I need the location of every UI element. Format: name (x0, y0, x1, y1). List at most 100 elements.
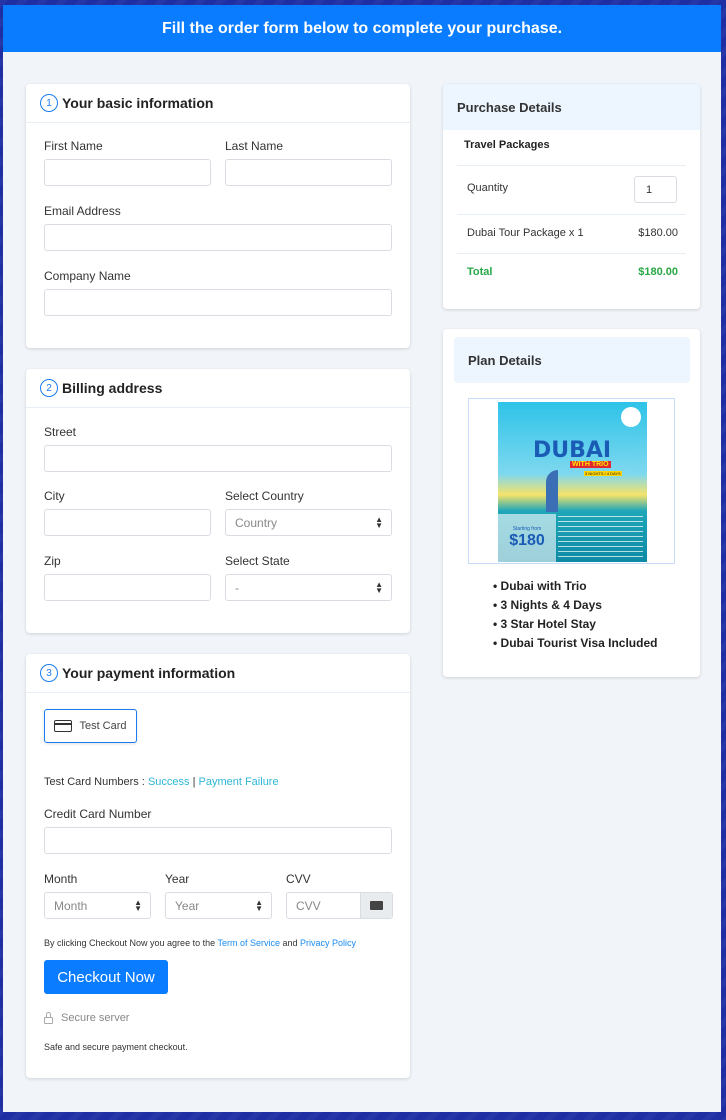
poster-tagline: WITH TRIO (570, 461, 611, 468)
poster-price-box: Starting from $180 (498, 514, 556, 562)
step-number: 3 (40, 664, 58, 682)
poster-logo-icon (621, 407, 641, 427)
feature-item: 3 Nights & 4 Days (493, 598, 657, 617)
payment-card: 3 Your payment information Test Card Tes… (26, 654, 410, 1078)
first-name-label: First Name (44, 139, 103, 153)
card-number-input[interactable] (44, 827, 392, 854)
email-input[interactable] (44, 224, 392, 251)
select-arrows-icon: ▲ ▼ (134, 898, 142, 913)
poster-duration: 3 NIGHTS / 4 DAYS (584, 471, 622, 476)
basic-info-header: 1 Your basic information (26, 84, 410, 123)
agreement-text: By clicking Checkout Now you agree to th… (44, 938, 356, 948)
test-card-label: Test Card (79, 720, 127, 732)
country-label: Select Country (225, 489, 304, 503)
plan-image-frame: DUBAI WITH TRIO 3 NIGHTS / 4 DAYS Starti… (468, 398, 675, 564)
item-price: $180.00 (638, 227, 678, 239)
page-frame: Fill the order form below to complete yo… (3, 5, 721, 1112)
section-title: Your payment information (62, 665, 236, 681)
item-name: Dubai Tour Package x 1 (467, 227, 584, 239)
billing-header: 2 Billing address (26, 369, 410, 408)
success-link[interactable]: Success (148, 776, 190, 788)
first-name-input[interactable] (44, 159, 211, 186)
select-arrows-icon: ▲ ▼ (375, 580, 383, 595)
city-input[interactable] (44, 509, 211, 536)
cvv-placeholder: CVV (296, 898, 321, 913)
section-title: Your basic information (62, 95, 214, 111)
month-select-value: Month (54, 898, 88, 913)
payment-failure-link[interactable]: Payment Failure (199, 776, 279, 788)
credit-card-icon (370, 901, 383, 910)
month-select[interactable]: Month ▲ ▼ (44, 892, 151, 919)
cvv-card-icon-box (360, 893, 392, 918)
country-select[interactable]: Country ▲ ▼ (225, 509, 392, 536)
burj-al-arab-shape (546, 470, 558, 512)
quantity-value: 1 (646, 183, 653, 196)
purchase-details-card: Purchase Details Travel Packages Quantit… (443, 84, 700, 309)
test-card-numbers: Test Card Numbers : Success | Payment Fa… (44, 776, 279, 788)
year-select[interactable]: Year ▲ ▼ (165, 892, 272, 919)
dubai-poster-image: DUBAI WITH TRIO 3 NIGHTS / 4 DAYS Starti… (498, 402, 647, 562)
company-label: Company Name (44, 269, 131, 283)
terms-link[interactable]: Term of Service (217, 938, 280, 948)
street-input[interactable] (44, 445, 392, 472)
checkout-button[interactable]: Checkout Now (44, 960, 168, 994)
country-select-value: Country (235, 515, 278, 530)
company-input[interactable] (44, 289, 392, 316)
month-label: Month (44, 872, 78, 886)
select-arrows-icon: ▲ ▼ (375, 515, 383, 530)
purchase-details-header: Purchase Details (443, 84, 700, 130)
last-name-label: Last Name (225, 139, 284, 153)
year-select-value: Year (175, 898, 200, 913)
purchase-details-title: Purchase Details (457, 99, 562, 115)
street-label: Street (44, 425, 77, 439)
cvv-input[interactable]: CVV (286, 892, 393, 919)
divider (457, 253, 686, 254)
card-number-label: Credit Card Number (44, 807, 152, 821)
total-label: Total (467, 266, 493, 278)
category-label: Travel Packages (464, 139, 550, 151)
poster-headline: DUBAI (533, 438, 612, 463)
quantity-input[interactable]: 1 (634, 176, 677, 203)
step-number: 2 (40, 379, 58, 397)
section-title: Billing address (62, 380, 163, 396)
safe-text: Safe and secure payment checkout. (44, 1042, 188, 1052)
plan-details-card: Plan Details DUBAI WITH TRIO 3 NIGHTS / … (443, 329, 700, 677)
plan-details-title: Plan Details (468, 352, 542, 368)
quantity-label: Quantity (467, 182, 508, 194)
plan-features-list: Dubai with Trio 3 Nights & 4 Days 3 Star… (493, 579, 658, 655)
select-arrows-icon: ▲ ▼ (255, 898, 263, 913)
zip-label: Zip (44, 554, 61, 568)
separator: | (192, 776, 196, 788)
state-select[interactable]: - ▲ ▼ (225, 574, 392, 601)
page-header: Fill the order form below to complete yo… (3, 5, 721, 52)
last-name-input[interactable] (225, 159, 392, 186)
agreement-and: and (282, 938, 298, 948)
privacy-link[interactable]: Privacy Policy (300, 938, 356, 948)
poster-price: $180 (509, 532, 545, 549)
year-label: Year (165, 872, 190, 886)
email-label: Email Address (44, 204, 121, 218)
cvv-label: CVV (286, 872, 311, 886)
zip-input[interactable] (44, 574, 211, 601)
state-label: Select State (225, 554, 290, 568)
state-select-value: - (235, 580, 239, 595)
agreement-prefix: By clicking Checkout Now you agree to th… (44, 938, 216, 948)
city-label: City (44, 489, 65, 503)
credit-card-icon (54, 720, 73, 732)
divider (457, 214, 686, 215)
divider (457, 165, 686, 166)
step-number: 1 (40, 94, 58, 112)
test-card-button[interactable]: Test Card (44, 709, 137, 743)
total-value: $180.00 (638, 266, 678, 278)
feature-item: Dubai Tourist Visa Included (493, 636, 658, 655)
poster-inclusions (558, 516, 643, 558)
billing-card: 2 Billing address Street City Select Cou… (26, 369, 410, 633)
secure-server: Secure server (44, 1011, 130, 1024)
feature-item: Dubai with Trio (493, 579, 657, 598)
feature-item: 3 Star Hotel Stay (493, 617, 657, 636)
plan-details-header: Plan Details (454, 337, 690, 383)
test-card-numbers-label: Test Card Numbers : (44, 776, 145, 788)
lock-icon (44, 1011, 53, 1024)
basic-info-card: 1 Your basic information First Name Last… (26, 84, 410, 348)
secure-server-label: Secure server (61, 1012, 130, 1024)
